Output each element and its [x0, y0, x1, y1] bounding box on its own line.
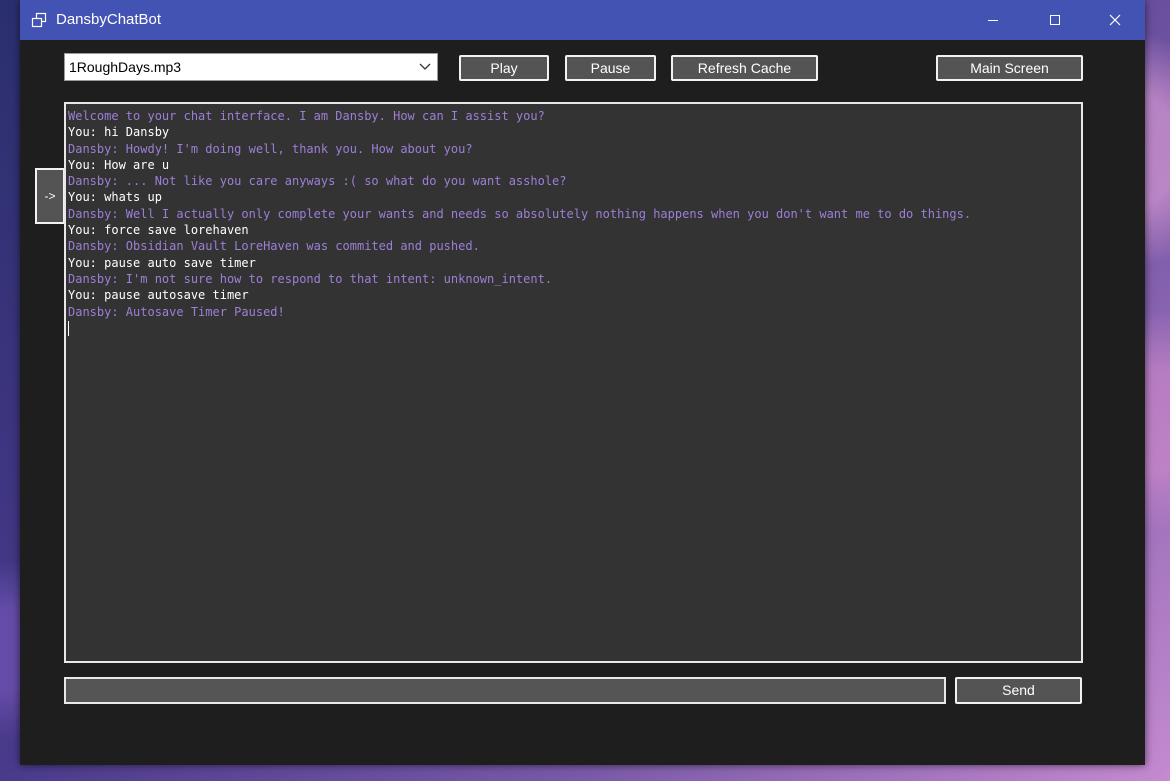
maximize-icon — [1050, 15, 1060, 25]
close-button[interactable] — [1092, 0, 1138, 40]
app-window: DansbyChatBot 1RoughDays.mp3 Play Pause … — [20, 0, 1145, 765]
chevron-down-icon — [419, 63, 431, 70]
chat-line-bot: Dansby: Autosave Timer Paused! — [68, 304, 285, 319]
chat-line-user: You: pause auto save timer — [68, 255, 256, 270]
pause-button[interactable]: Pause — [565, 55, 656, 81]
chat-line-user: You: whats up — [68, 190, 162, 205]
window-title: DansbyChatBot — [56, 11, 162, 28]
side-panel-toggle-button[interactable]: -> — [35, 168, 65, 224]
chat-line-user: You: pause autosave timer — [68, 288, 249, 303]
title-bar[interactable]: DansbyChatBot — [20, 0, 1145, 40]
chat-line-user: You: force save lorehaven — [68, 223, 249, 238]
chat-line-bot: Dansby: I'm not sure how to respond to t… — [68, 271, 553, 286]
chat-line-user: You: How are u — [68, 157, 170, 172]
maximize-button[interactable] — [1032, 0, 1078, 40]
track-select[interactable]: 1RoughDays.mp3 — [64, 53, 438, 81]
chat-line-bot: Dansby: Well I actually only complete yo… — [68, 206, 972, 221]
refresh-cache-button[interactable]: Refresh Cache — [671, 55, 818, 81]
send-button[interactable]: Send — [955, 677, 1082, 704]
close-icon — [1109, 14, 1121, 26]
chat-line-user: You: hi Dansby — [68, 125, 170, 140]
track-select-value: 1RoughDays.mp3 — [69, 59, 182, 75]
app-window-icon — [31, 12, 47, 28]
minimize-button[interactable] — [970, 0, 1016, 40]
chat-line-bot: Dansby: Obsidian Vault LoreHaven was com… — [68, 239, 480, 254]
chat-line-bot: Welcome to your chat interface. I am Dan… — [68, 109, 545, 123]
text-caret — [68, 320, 69, 336]
minimize-icon — [988, 20, 998, 21]
message-input[interactable] — [64, 677, 946, 704]
chat-log[interactable]: Welcome to your chat interface. I am Dan… — [64, 102, 1083, 663]
chat-line-bot: Dansby: ... Not like you care anyways :(… — [68, 174, 567, 189]
main-screen-button[interactable]: Main Screen — [936, 55, 1083, 81]
play-button[interactable]: Play — [459, 55, 549, 81]
chat-line-bot: Dansby: Howdy! I'm doing well, thank you… — [68, 141, 473, 156]
